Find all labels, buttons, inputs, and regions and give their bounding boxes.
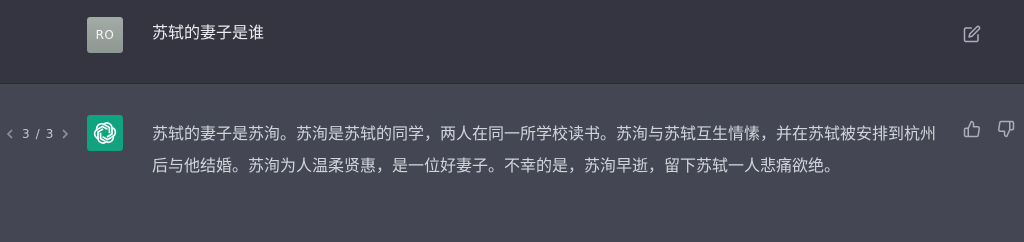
assistant-message-text: 苏轼的妻子是苏洵。苏洵是苏轼的同学，两人在同一所学校读书。苏洵与苏轼互生情愫，并… bbox=[152, 124, 937, 175]
thumbs-up-button[interactable] bbox=[962, 119, 982, 139]
thumbs-down-button[interactable] bbox=[996, 119, 1016, 139]
pager-total: 3 bbox=[45, 127, 54, 141]
edit-icon bbox=[963, 25, 981, 43]
openai-logo-icon bbox=[93, 122, 117, 144]
assistant-avatar bbox=[87, 115, 123, 151]
chevron-left-icon bbox=[6, 129, 13, 139]
response-pager: 3 / 3 bbox=[4, 124, 71, 144]
user-message-row: RO 苏轼的妻子是谁 bbox=[0, 0, 1024, 84]
chevron-right-icon bbox=[62, 129, 69, 139]
user-avatar: RO bbox=[87, 17, 123, 53]
feedback-buttons bbox=[962, 119, 1016, 139]
next-response-button[interactable] bbox=[59, 126, 71, 142]
thumbs-down-icon bbox=[998, 120, 1015, 138]
assistant-message-row: 3 / 3 苏轼的妻子是苏洵。苏洵是苏轼的同学，两人在同一所学校读书。苏洵与苏轼… bbox=[0, 85, 1024, 242]
edit-button[interactable] bbox=[962, 24, 982, 44]
prev-response-button[interactable] bbox=[4, 126, 16, 142]
pager-current: 3 bbox=[22, 127, 30, 141]
thumbs-up-icon bbox=[963, 120, 980, 138]
pager-separator: / bbox=[35, 127, 40, 141]
user-message-text: 苏轼的妻子是谁 bbox=[152, 23, 265, 42]
